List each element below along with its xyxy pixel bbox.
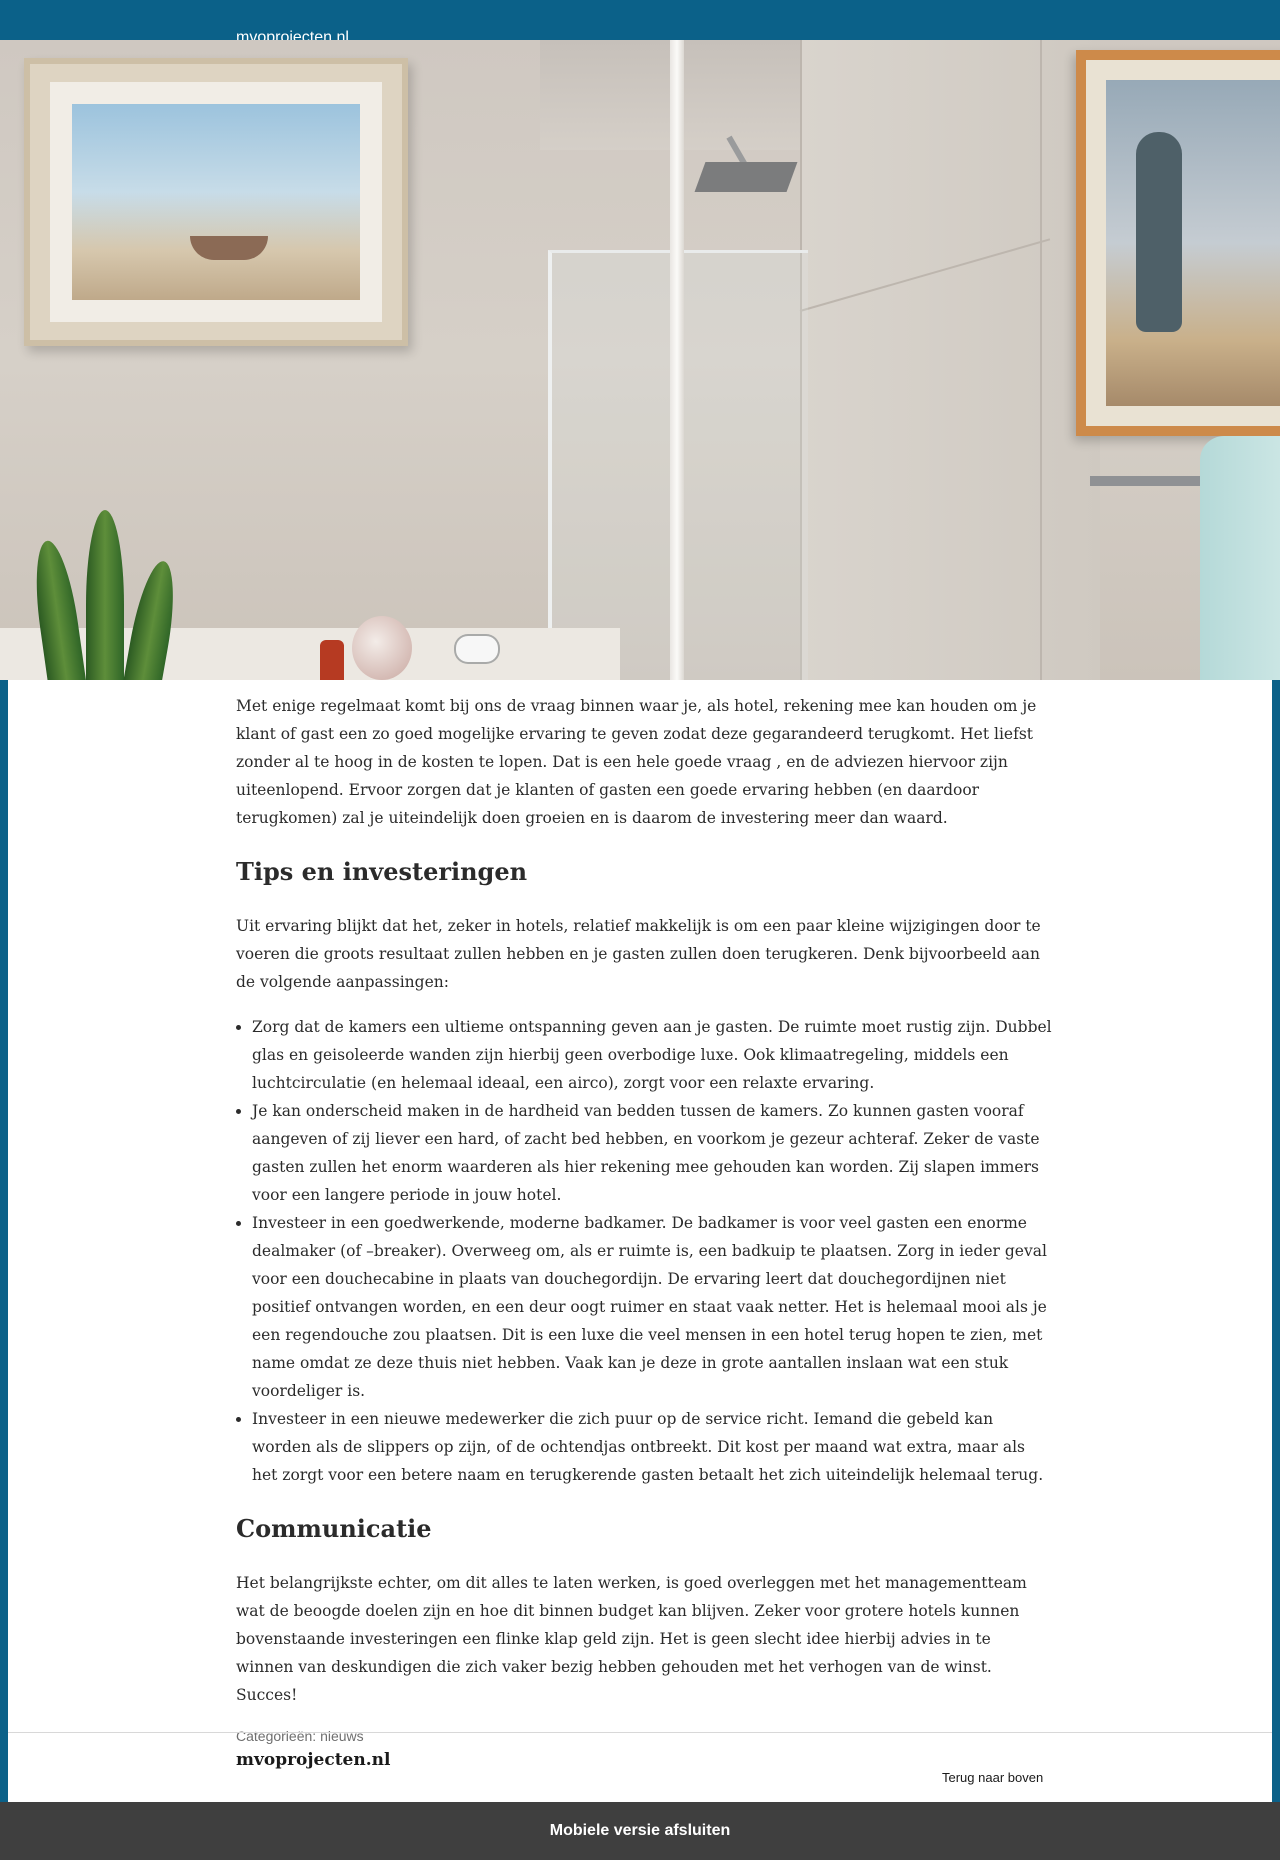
post-categories: Categorieën: nieuws <box>236 1726 1052 1746</box>
back-to-top-link[interactable]: Terug naar boven <box>942 1770 1043 1785</box>
hero-plant-leaf <box>86 510 124 680</box>
site-title-link[interactable]: mvoprojecten.nl <box>236 28 349 40</box>
hero-soap-bottle <box>320 640 344 680</box>
footer-site-title[interactable]: mvoprojecten.nl <box>236 1750 390 1770</box>
communicatie-text: Het belangrijkste echter, om dit alles t… <box>236 1574 1027 1704</box>
tips-intro: Uit ervaring blijkt dat het, zeker in ho… <box>236 917 1041 991</box>
mobile-version-bar[interactable]: Mobiele versie afsluiten <box>0 1802 1280 1860</box>
hero-wall <box>800 40 1100 680</box>
hero-vase <box>352 616 412 680</box>
hero-shower-head <box>694 162 798 192</box>
hero-towel <box>1200 436 1280 680</box>
top-bar: mvoprojecten.nl <box>0 0 1280 40</box>
article-content: Met enige regelmaat komt bij ons de vraa… <box>236 692 1052 1746</box>
hero-shower-pole <box>670 40 684 680</box>
hero-picture-frame <box>24 58 408 346</box>
list-item: Investeer in een goedwerkende, moderne b… <box>252 1209 1052 1405</box>
category-link[interactable]: nieuws <box>320 1728 364 1744</box>
list-item: Je kan onderscheid maken in de hardheid … <box>252 1097 1052 1209</box>
close-mobile-version-button[interactable]: Mobiele versie afsluiten <box>0 1802 1280 1860</box>
article-panel: Met enige regelmaat komt bij ons de vraa… <box>8 680 1272 1802</box>
hero-picture-art-right <box>1106 80 1280 406</box>
hero-picture-art <box>72 104 360 300</box>
article-intro: Met enige regelmaat komt bij ons de vraa… <box>236 697 1037 827</box>
list-item: Zorg dat de kamers een ultieme ontspanni… <box>252 1013 1052 1097</box>
heading-communicatie: Communicatie <box>236 1514 432 1543</box>
hero-boat <box>190 236 268 260</box>
hero-painting-figure <box>1136 132 1182 332</box>
categories-label: Categorieën: <box>236 1728 321 1744</box>
list-item: Investeer in een nieuwe medewerker die z… <box>252 1405 1052 1489</box>
tips-list: Zorg dat de kamers een ultieme ontspanni… <box>252 1013 1052 1489</box>
hero-tile-line <box>1040 40 1042 680</box>
hero-image <box>0 40 1280 680</box>
heading-tips: Tips en investeringen <box>236 857 528 886</box>
footer-divider <box>8 1732 1272 1733</box>
hero-toilet-paper <box>456 636 498 662</box>
